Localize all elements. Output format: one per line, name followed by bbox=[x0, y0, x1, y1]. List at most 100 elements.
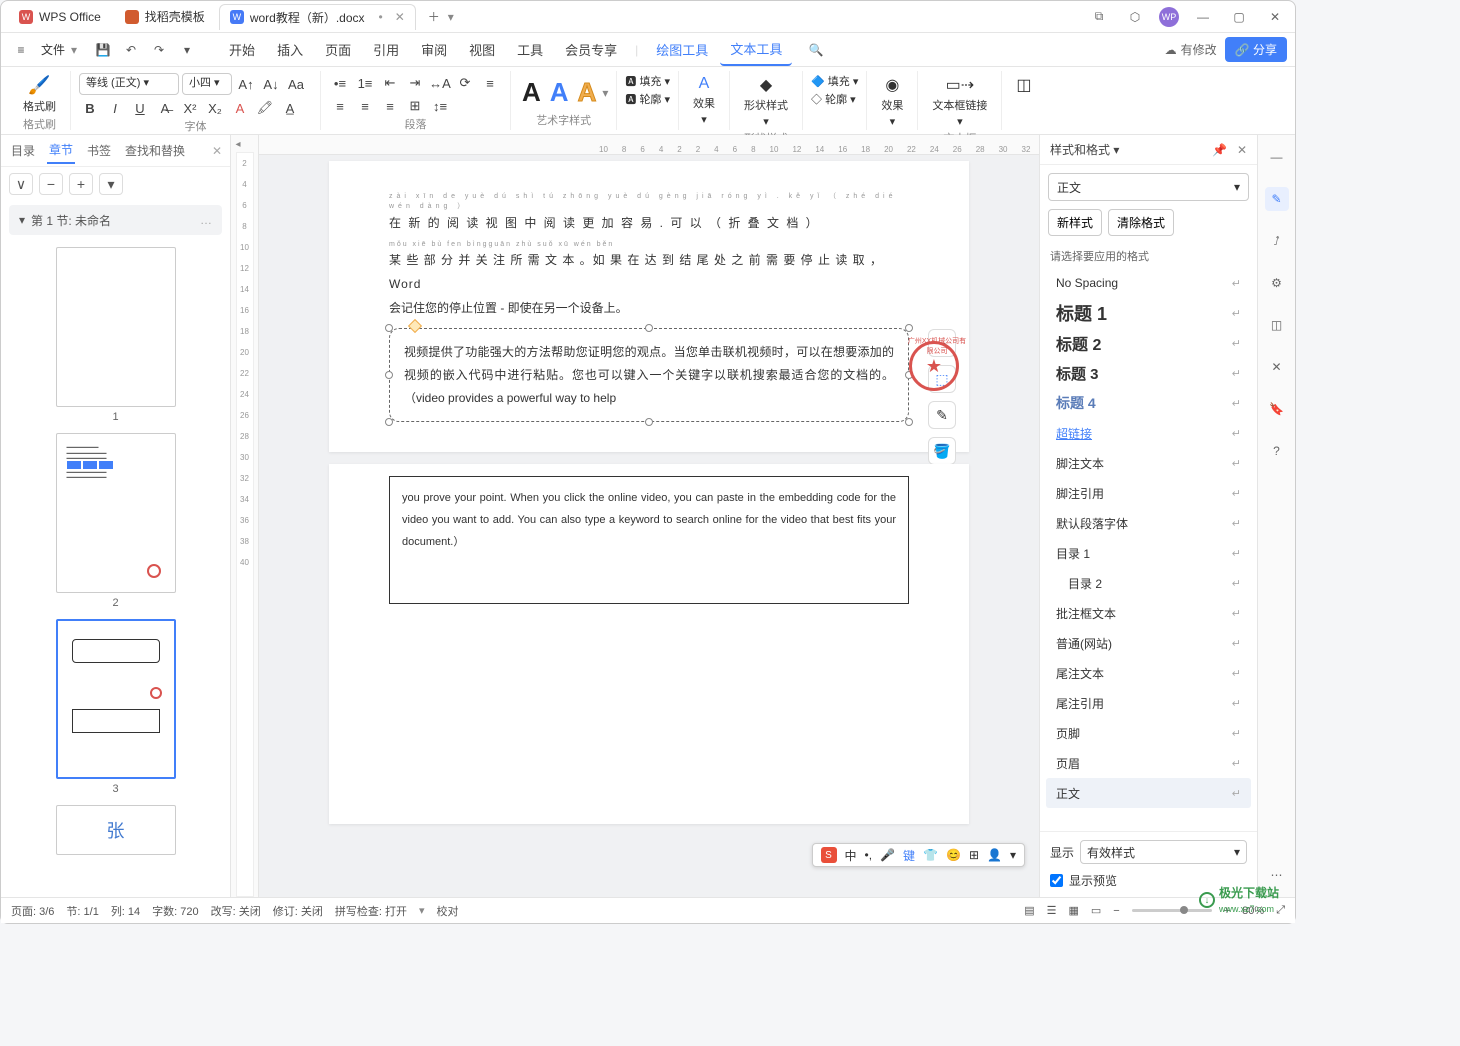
cloud-modified-badge[interactable]: ☁ 有修改 bbox=[1165, 41, 1217, 58]
resize-handle-br[interactable] bbox=[905, 418, 913, 426]
status-overwrite[interactable]: 改写: 关闭 bbox=[211, 903, 261, 919]
linked-text-box[interactable]: you prove your point. When you click the… bbox=[389, 476, 909, 604]
rail-object-icon[interactable]: ◫ bbox=[1265, 313, 1289, 337]
align-right-icon[interactable]: ≡ bbox=[354, 96, 376, 116]
preview-checkbox-input[interactable] bbox=[1050, 874, 1063, 887]
section-row[interactable]: ▾ 第 1 节: 未命名 … bbox=[9, 205, 222, 235]
tab-close-icon[interactable]: ✕ bbox=[395, 10, 405, 24]
section-more-icon[interactable]: … bbox=[200, 213, 212, 227]
font-name-select[interactable]: 等线 (正文) ▾ bbox=[79, 73, 179, 95]
ribbon-tab-review[interactable]: 审阅 bbox=[411, 34, 457, 65]
style-item[interactable]: No Spacing↵ bbox=[1046, 268, 1251, 298]
bold-icon[interactable]: B bbox=[79, 98, 101, 118]
ime-lang-label[interactable]: 中 bbox=[845, 847, 857, 864]
window-maximize-icon[interactable]: ▢ bbox=[1227, 5, 1251, 29]
style-item[interactable]: 标题 4↵ bbox=[1046, 388, 1251, 418]
nav-prev-button[interactable]: ∨ bbox=[9, 173, 33, 195]
nav-options-button[interactable]: ▾ bbox=[99, 173, 123, 195]
underline-icon[interactable]: U bbox=[129, 98, 151, 118]
ime-toolbar[interactable]: S 中 •, 🎤 键 👕 😊 ⊞ 👤 ▾ bbox=[812, 843, 1025, 867]
pin-panel-icon[interactable]: 📌 bbox=[1212, 143, 1227, 157]
textbox-link-button[interactable]: ▭⇢ 文本框链接▾ bbox=[926, 73, 993, 130]
status-page[interactable]: 页面: 3/6 bbox=[11, 903, 54, 919]
subscript-icon[interactable]: X₂ bbox=[204, 98, 226, 118]
rail-select-icon[interactable]: ⭜ bbox=[1265, 229, 1289, 253]
status-column[interactable]: 列: 14 bbox=[111, 903, 140, 919]
rail-help-icon[interactable]: ? bbox=[1265, 439, 1289, 463]
format-painter-button[interactable]: 🖌️ 格式刷 bbox=[17, 73, 62, 116]
align-center-icon[interactable]: ≡ bbox=[329, 96, 351, 116]
resize-handle-tr[interactable] bbox=[905, 324, 913, 332]
ribbon-tab-page[interactable]: 页面 bbox=[315, 34, 361, 65]
style-item[interactable]: 尾注文本↵ bbox=[1046, 658, 1251, 688]
wordart-style-2[interactable]: A bbox=[547, 77, 572, 108]
char-border-icon[interactable]: A̲ bbox=[279, 98, 301, 118]
style-item[interactable]: 标题 3↵ bbox=[1046, 358, 1251, 388]
user-avatar[interactable]: WP bbox=[1159, 7, 1179, 27]
wordart-style-3[interactable]: A bbox=[575, 77, 600, 108]
file-menu[interactable]: 文件 bbox=[41, 41, 65, 58]
superscript-icon[interactable]: X² bbox=[179, 98, 201, 118]
save-icon[interactable]: 💾 bbox=[91, 38, 115, 62]
ime-emoji-icon[interactable]: 😊 bbox=[946, 848, 961, 862]
clear-format-button[interactable]: 清除格式 bbox=[1108, 209, 1174, 236]
style-item[interactable]: 默认段落字体↵ bbox=[1046, 508, 1251, 538]
shape-outline-button[interactable]: ◇ 轮廓 ▾ bbox=[811, 91, 856, 107]
style-item[interactable]: 超链接↵ bbox=[1046, 418, 1251, 448]
nav-tab-find[interactable]: 查找和替换 bbox=[123, 138, 187, 163]
style-item[interactable]: 标题 2↵ bbox=[1046, 328, 1251, 358]
ribbon-tab-start[interactable]: 开始 bbox=[219, 34, 265, 65]
window-minimize-icon[interactable]: — bbox=[1191, 5, 1215, 29]
ime-menu-icon[interactable]: ▾ bbox=[1010, 848, 1016, 862]
new-tab-button[interactable]: ＋ bbox=[424, 7, 444, 27]
view-web-icon[interactable]: ▦ bbox=[1068, 904, 1078, 917]
ribbon-tab-member[interactable]: 会员专享 bbox=[555, 34, 627, 65]
quick-access-dropdown-icon[interactable]: ▾ bbox=[175, 38, 199, 62]
rail-styles-icon[interactable]: ✎ bbox=[1265, 187, 1289, 211]
search-icon[interactable]: 🔍 bbox=[804, 38, 828, 62]
strikethrough-icon[interactable]: A̶ bbox=[154, 98, 176, 118]
ribbon-tab-tools[interactable]: 工具 bbox=[507, 34, 553, 65]
view-print-icon[interactable]: ▤ bbox=[1024, 904, 1034, 917]
ime-skin-icon[interactable]: 👕 bbox=[923, 848, 938, 862]
current-style-select[interactable]: 正文 ▾ bbox=[1048, 173, 1249, 201]
zoom-out-icon[interactable]: − bbox=[1113, 905, 1119, 917]
undo-icon[interactable]: ↶ bbox=[119, 38, 143, 62]
style-item[interactable]: 目录 1↵ bbox=[1046, 538, 1251, 568]
shape-effect-button[interactable]: ◉ 效果▾ bbox=[875, 73, 909, 130]
rail-transform-icon[interactable]: ✕ bbox=[1265, 355, 1289, 379]
resize-handle-bm[interactable] bbox=[645, 418, 653, 426]
nav-add-button[interactable]: + bbox=[69, 173, 93, 195]
style-item[interactable]: 批注框文本↵ bbox=[1046, 598, 1251, 628]
style-item[interactable]: 脚注引用↵ bbox=[1046, 478, 1251, 508]
shape-style-button[interactable]: ◆ 形状样式▾ bbox=[738, 73, 794, 130]
ribbon-tab-insert[interactable]: 插入 bbox=[267, 34, 313, 65]
text-effect-button[interactable]: A 效果▾ bbox=[687, 73, 721, 128]
page-thumb-4[interactable]: 张 bbox=[56, 805, 176, 855]
decrease-font-icon[interactable]: A↓ bbox=[260, 74, 282, 94]
new-style-button[interactable]: 新样式 bbox=[1048, 209, 1102, 236]
ribbon-tab-text-tools[interactable]: 文本工具 bbox=[720, 33, 792, 66]
style-item[interactable]: 正文↵ bbox=[1046, 778, 1251, 808]
style-item[interactable]: 尾注引用↵ bbox=[1046, 688, 1251, 718]
wordart-style-1[interactable]: A bbox=[519, 77, 544, 108]
status-proof[interactable]: 校对 bbox=[437, 903, 459, 919]
nav-tab-sections[interactable]: 章节 bbox=[47, 137, 75, 164]
ime-account-icon[interactable]: 👤 bbox=[987, 848, 1002, 862]
char-scale-icon[interactable]: ↔A bbox=[429, 73, 451, 93]
style-item[interactable]: 页脚↵ bbox=[1046, 718, 1251, 748]
ribbon-tab-drawing[interactable]: 绘图工具 bbox=[646, 34, 718, 65]
line-spacing-icon[interactable]: ↕≡ bbox=[429, 96, 451, 116]
shape-fill-button[interactable]: 🔷 填充 ▾ bbox=[811, 73, 858, 89]
file-dropdown-icon[interactable]: ▾ bbox=[71, 43, 77, 57]
status-words[interactable]: 字数: 720 bbox=[152, 903, 198, 919]
style-item[interactable]: 脚注文本↵ bbox=[1046, 448, 1251, 478]
view-read-icon[interactable]: ▭ bbox=[1091, 904, 1101, 917]
wordart-more-icon[interactable]: ▾ bbox=[602, 86, 608, 100]
style-item[interactable]: 普通(网站)↵ bbox=[1046, 628, 1251, 658]
document-tab[interactable]: W word教程（新）.docx • ✕ bbox=[219, 4, 416, 30]
tab-list-dropdown-icon[interactable]: ▾ bbox=[448, 10, 454, 24]
font-size-select[interactable]: 小四 ▾ bbox=[182, 73, 232, 95]
ime-punct-icon[interactable]: •, bbox=[865, 848, 873, 862]
text-direction-icon[interactable]: ⟳ bbox=[454, 73, 476, 93]
